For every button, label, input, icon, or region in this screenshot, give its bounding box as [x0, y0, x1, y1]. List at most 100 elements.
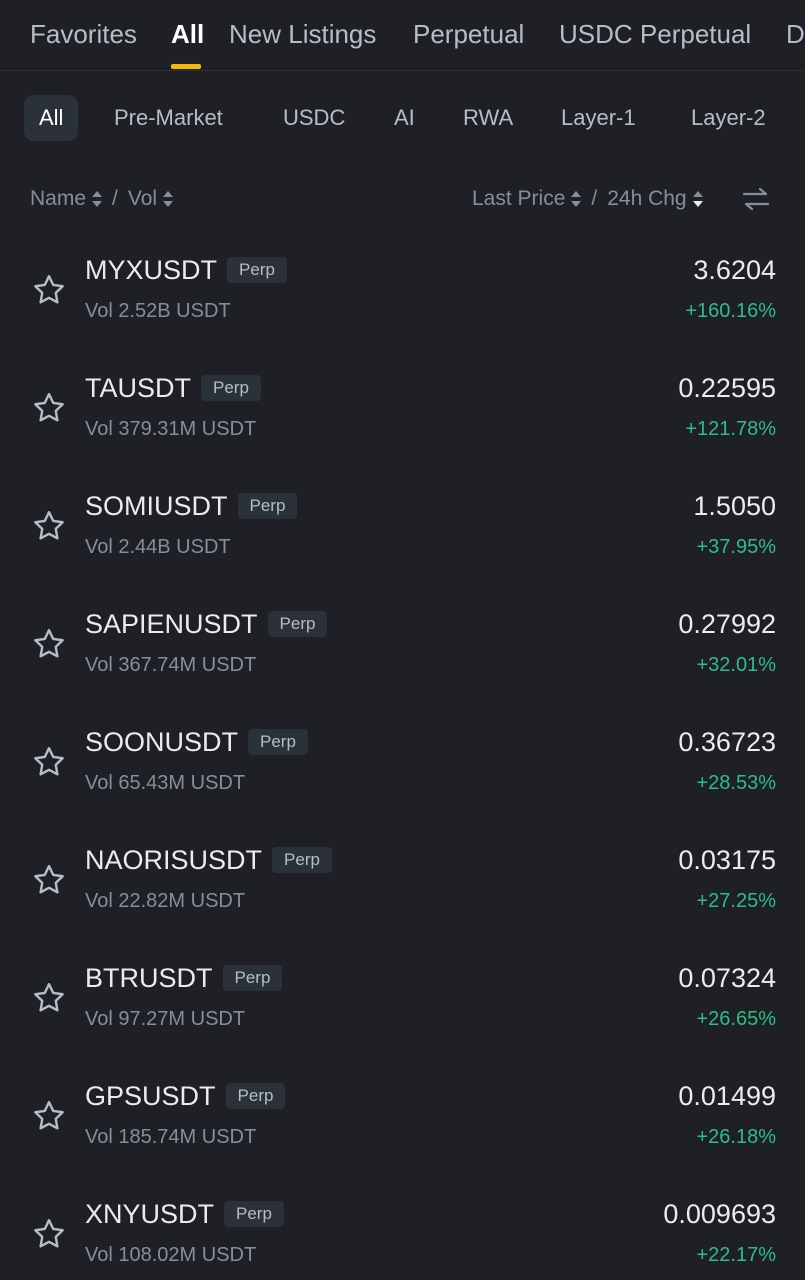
star-outline-icon[interactable] — [31, 626, 67, 662]
swap-arrows-icon[interactable] — [742, 186, 770, 212]
change-percent: +37.95% — [696, 536, 776, 558]
contract-type-badge: Perp — [272, 847, 332, 873]
volume-text: Vol 2.52B USDT — [85, 300, 231, 322]
sort-arrows-icon[interactable] — [571, 190, 582, 208]
header-separator: / — [591, 187, 598, 210]
contract-type-badge: Perp — [267, 611, 328, 637]
star-outline-icon[interactable] — [31, 1216, 67, 1252]
symbol-name: GPSUSDT — [85, 1081, 216, 1111]
volume-text: Vol 379.31M USDT — [85, 418, 257, 440]
star-outline-icon[interactable] — [31, 862, 67, 898]
change-percent: +32.01% — [696, 654, 776, 676]
market-row[interactable]: SOMIUSDT Perp Vol 2.44B USDT 1.5050 +37.9… — [0, 476, 805, 594]
market-row[interactable]: NAORISUSDT Perp Vol 22.82M USDT 0.03175 +… — [0, 830, 805, 948]
star-outline-icon[interactable] — [31, 272, 67, 308]
symbol-name: TAUSDT — [85, 373, 191, 403]
contract-type-badge: Perp — [225, 1083, 286, 1109]
tab-new-listings[interactable]: New Listings — [229, 18, 376, 50]
change-percent: +27.25% — [696, 890, 776, 912]
active-tab-indicator — [171, 64, 201, 69]
market-row[interactable]: GPSUSDT Perp Vol 185.74M USDT 0.01499 +26… — [0, 1066, 805, 1184]
star-outline-icon[interactable] — [31, 1098, 67, 1134]
symbol-name: MYXUSDT — [85, 255, 218, 285]
sort-volume[interactable]: Vol — [128, 183, 157, 215]
last-price: 0.22595 — [678, 373, 776, 403]
market-row[interactable]: XNYUSDT Perp Vol 108.02M USDT 0.009693 +2… — [0, 1184, 805, 1280]
symbol-name: NAORISUSDT — [85, 845, 263, 875]
volume-text: Vol 108.02M USDT — [85, 1244, 257, 1266]
volume-text: Vol 185.74M USDT — [85, 1126, 257, 1148]
market-category-tabs: Favorites All New Listings Perpetual USD… — [0, 0, 805, 71]
volume-text: Vol 22.82M USDT — [85, 890, 246, 912]
symbol-block: SOMIUSDT Perp — [85, 488, 298, 524]
sort-24h-change[interactable]: 24h Chg — [607, 183, 686, 215]
volume-text: Vol 65.43M USDT — [85, 772, 246, 794]
change-percent: +26.18% — [696, 1126, 776, 1148]
last-price: 3.6204 — [693, 255, 776, 285]
sector-filter-chips: All Pre-Market USDC AI RWA Layer-1 Layer… — [0, 95, 805, 143]
symbol-block: NAORISUSDT Perp — [85, 842, 332, 878]
sort-arrows-icon[interactable] — [92, 190, 103, 208]
symbol-block: TAUSDT Perp — [85, 370, 261, 406]
contract-type-badge: Perp — [222, 965, 283, 991]
last-price: 1.5050 — [693, 491, 776, 521]
tab-perpetual[interactable]: Perpetual — [413, 18, 524, 50]
symbol-block: MYXUSDT Perp — [85, 252, 287, 288]
symbol-block: SOONUSDT Perp — [85, 724, 308, 760]
symbol-block: SAPIENUSDT Perp — [85, 606, 328, 642]
market-row[interactable]: MYXUSDT Perp Vol 2.52B USDT 3.6204 +160.1… — [0, 240, 805, 358]
market-row[interactable]: BTRUSDT Perp Vol 97.27M USDT 0.07324 +26.… — [0, 948, 805, 1066]
market-row[interactable]: SAPIENUSDT Perp Vol 367.74M USDT 0.27992 … — [0, 594, 805, 712]
symbol-block: XNYUSDT Perp — [85, 1196, 284, 1232]
last-price: 0.36723 — [678, 727, 776, 757]
change-percent: +121.78% — [685, 418, 776, 440]
symbol-block: GPSUSDT Perp — [85, 1078, 286, 1114]
market-row[interactable]: TAUSDT Perp Vol 379.31M USDT 0.22595 +121… — [0, 358, 805, 476]
change-percent: +22.17% — [696, 1244, 776, 1266]
chip-usdc[interactable]: USDC — [283, 95, 345, 141]
last-price: 0.27992 — [678, 609, 776, 639]
sort-last-price[interactable]: Last Price — [472, 183, 565, 215]
sort-name[interactable]: Name — [30, 183, 86, 215]
change-percent: +26.65% — [696, 1008, 776, 1030]
sort-arrows-icon[interactable] — [692, 190, 703, 208]
symbol-name: XNYUSDT — [85, 1199, 215, 1229]
symbol-name: SOONUSDT — [85, 727, 239, 757]
volume-text: Vol 2.44B USDT — [85, 536, 231, 558]
chip-layer-2[interactable]: Layer-2 — [691, 95, 766, 141]
last-price: 0.03175 — [678, 845, 776, 875]
sort-arrows-icon[interactable] — [163, 190, 174, 208]
star-outline-icon[interactable] — [31, 980, 67, 1016]
change-percent: +28.53% — [696, 772, 776, 794]
star-outline-icon[interactable] — [31, 744, 67, 780]
last-price: 0.009693 — [663, 1199, 776, 1229]
tab-usdc-perpetual[interactable]: USDC Perpetual — [559, 18, 751, 50]
column-header-left: Name / Vol — [30, 183, 174, 215]
chip-rwa[interactable]: RWA — [463, 95, 513, 141]
symbol-block: BTRUSDT Perp — [85, 960, 283, 996]
change-percent: +160.16% — [685, 300, 776, 322]
symbol-name: BTRUSDT — [85, 963, 213, 993]
contract-type-badge: Perp — [224, 1201, 284, 1227]
star-outline-icon[interactable] — [31, 508, 67, 544]
last-price: 0.07324 — [678, 963, 776, 993]
tab-all[interactable]: All — [171, 18, 204, 50]
volume-text: Vol 367.74M USDT — [85, 654, 257, 676]
star-outline-icon[interactable] — [31, 390, 67, 426]
tab-favorites[interactable]: Favorites — [30, 18, 137, 50]
symbol-name: SOMIUSDT — [85, 491, 228, 521]
contract-type-badge: Perp — [248, 729, 308, 755]
header-separator: / — [112, 187, 118, 210]
contract-type-badge: Perp — [227, 257, 287, 283]
last-price: 0.01499 — [678, 1081, 776, 1111]
tab-more-truncated[interactable]: D — [786, 18, 805, 50]
chip-pre-market[interactable]: Pre-Market — [114, 95, 223, 141]
symbol-name: SAPIENUSDT — [85, 609, 258, 639]
chip-all[interactable]: All — [24, 95, 79, 141]
chip-layer-1[interactable]: Layer-1 — [561, 95, 636, 141]
market-row[interactable]: SOONUSDT Perp Vol 65.43M USDT 0.36723 +28… — [0, 712, 805, 830]
chip-ai[interactable]: AI — [394, 95, 415, 141]
column-header-right: Last Price / 24h Chg — [472, 183, 703, 215]
contract-type-badge: Perp — [201, 375, 261, 401]
volume-text: Vol 97.27M USDT — [85, 1008, 246, 1030]
